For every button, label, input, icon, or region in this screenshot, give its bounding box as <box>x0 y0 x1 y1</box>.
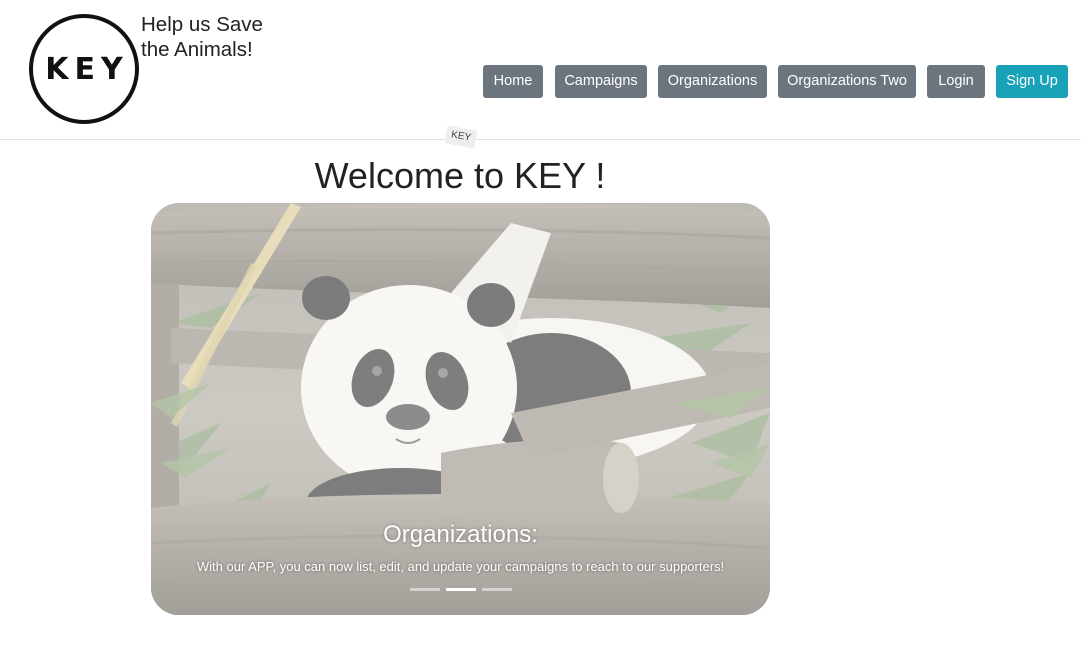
main-nav: Home Campaigns Organizations Organizatio… <box>0 65 1081 98</box>
carousel[interactable] <box>151 203 770 615</box>
panda-slide-image <box>151 203 770 615</box>
nav-campaigns-button[interactable]: Campaigns <box>555 65 647 98</box>
nav-home-button[interactable]: Home <box>483 65 543 98</box>
tagline-line-2: the Animals! <box>141 38 253 61</box>
nav-organizations-two-button[interactable]: Organizations Two <box>778 65 916 98</box>
nav-signup-button[interactable]: Sign Up <box>996 65 1068 98</box>
page-title: Welcome to KEY ! <box>314 155 606 196</box>
carousel-indicator-3[interactable] <box>482 588 512 591</box>
nav-login-button[interactable]: Login <box>927 65 985 98</box>
carousel-indicator-1[interactable] <box>410 588 440 591</box>
tagline-line-1: Help us Save <box>141 13 263 36</box>
carousel-caption-text: With our APP, you can now list, edit, an… <box>196 559 725 574</box>
site-header: KEY Help us Save the Animals! Home Campa… <box>0 0 1081 140</box>
carousel-indicator-2[interactable] <box>446 588 476 591</box>
key-badge: KEY <box>444 125 478 149</box>
carousel-caption-title: Organizations: <box>383 521 538 548</box>
nav-organizations-button[interactable]: Organizations <box>658 65 767 98</box>
tagline: Help us Save the Animals! <box>141 12 281 62</box>
